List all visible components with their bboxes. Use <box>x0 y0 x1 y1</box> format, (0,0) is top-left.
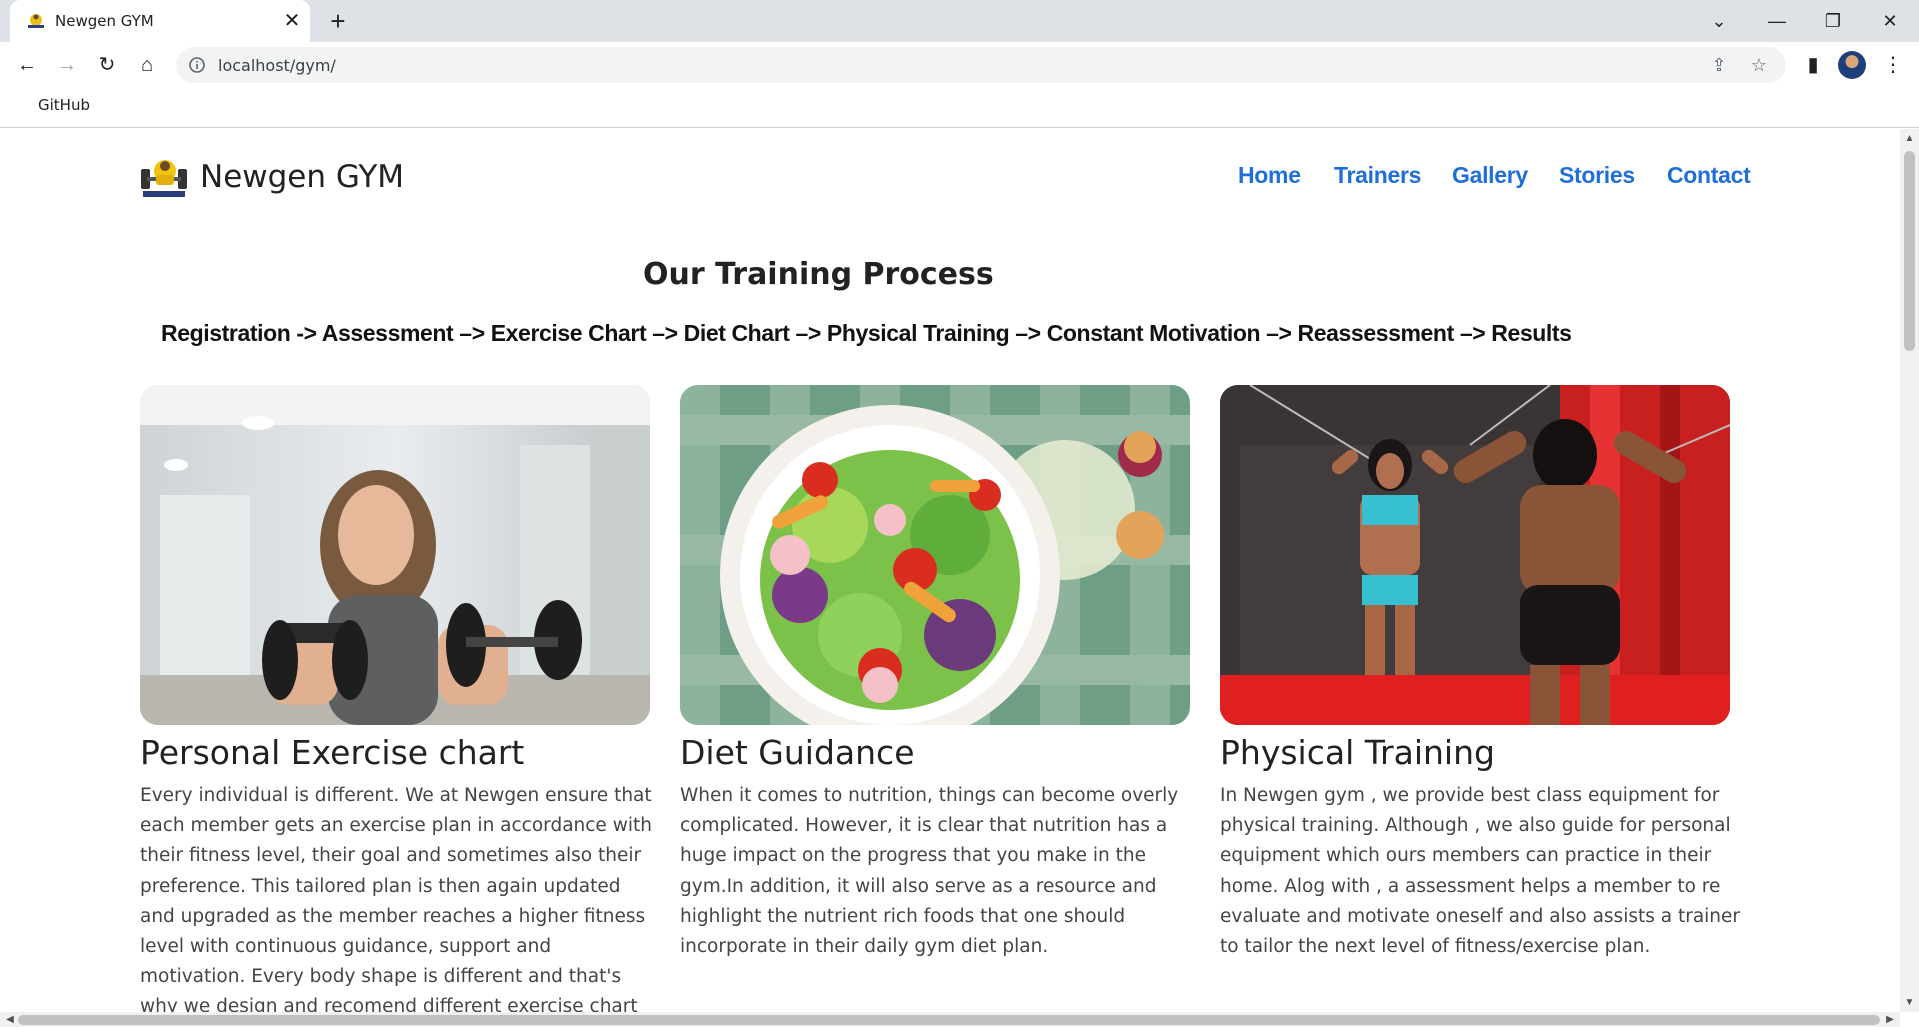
page-viewport: Newgen GYM Home Trainers Gallery Stories… <box>0 129 1900 1012</box>
nav-contact[interactable]: Contact <box>1667 162 1751 189</box>
share-icon[interactable]: ⇪ <box>1706 52 1732 78</box>
scroll-up-icon[interactable]: ▲ <box>1900 131 1919 147</box>
back-icon[interactable]: ← <box>12 50 42 80</box>
tab-title: Newgen GYM <box>55 12 154 30</box>
process-steps: Registration -> Assessment –> Exercise C… <box>161 320 1572 346</box>
card-image <box>680 385 1190 725</box>
horizontal-scrollbar[interactable]: ◀ ▶ <box>0 1012 1900 1027</box>
address-bar[interactable]: localhost/gym/ ⇪ ☆ <box>176 47 1786 83</box>
card-text: When it comes to nutrition, things can b… <box>680 785 1179 958</box>
cable-training-mirror-photo <box>1220 385 1730 725</box>
card-physical-training: Physical Training In Newgen gym , we pro… <box>1220 385 1740 957</box>
browser-menu-icon[interactable]: ⋮ <box>1878 50 1908 80</box>
reload-icon[interactable]: ↻ <box>92 50 122 80</box>
card-image <box>140 385 650 725</box>
gym-logo-icon[interactable] <box>139 155 189 199</box>
profile-avatar[interactable] <box>1838 51 1866 79</box>
card-image <box>1220 385 1730 725</box>
card-title: Physical Training <box>1220 733 1495 772</box>
tab-close-icon[interactable]: ✕ <box>280 9 304 33</box>
tab-strip: Newgen GYM ✕ + ⌄ — ❐ ✕ <box>0 0 1919 42</box>
horizontal-scroll-thumb[interactable] <box>18 1015 1880 1025</box>
card-exercise-chart: Personal Exercise chart Every individual… <box>140 385 652 1012</box>
salad-bowl-photo <box>680 385 1190 725</box>
gym-favicon-icon <box>28 14 44 28</box>
nav-trainers[interactable]: Trainers <box>1334 162 1421 189</box>
home-icon[interactable]: ⌂ <box>132 50 162 80</box>
forward-icon[interactable]: → <box>52 50 82 80</box>
bookmark-github[interactable]: GitHub <box>38 96 90 114</box>
nav-home[interactable]: Home <box>1238 162 1301 189</box>
tab-search-icon[interactable]: ⌄ <box>1704 6 1734 36</box>
card-diet-guidance: Diet Guidance When it comes to nutrition… <box>680 385 1190 957</box>
minimize-icon[interactable]: — <box>1762 6 1792 36</box>
woman-lifting-dumbbells-photo <box>140 385 650 725</box>
vertical-scrollbar[interactable]: ▲ ▼ <box>1900 129 1919 1012</box>
url-text[interactable]: localhost/gym/ <box>218 56 336 75</box>
new-tab-button[interactable]: + <box>325 8 351 34</box>
card-text: Every individual is different. We at New… <box>140 785 652 1012</box>
site-brand[interactable]: Newgen GYM <box>200 159 404 195</box>
scroll-left-icon[interactable]: ◀ <box>2 1012 18 1027</box>
card-text: In Newgen gym , we provide best class eq… <box>1220 785 1741 958</box>
vertical-scroll-thumb[interactable] <box>1904 151 1915 351</box>
scroll-right-icon[interactable]: ▶ <box>1882 1012 1898 1027</box>
bookmarks-bar: GitHub <box>0 88 1919 128</box>
window-close-icon[interactable]: ✕ <box>1875 6 1905 36</box>
scroll-down-icon[interactable]: ▼ <box>1900 995 1919 1011</box>
site-info-icon[interactable] <box>187 55 207 75</box>
section-title: Our Training Process <box>643 257 994 292</box>
restore-icon[interactable]: ❐ <box>1818 6 1848 36</box>
active-tab[interactable]: Newgen GYM ✕ <box>10 0 310 42</box>
bookmark-star-icon[interactable]: ☆ <box>1746 52 1772 78</box>
browser-toolbar: ← → ↻ ⌂ localhost/gym/ ⇪ ☆ ▮ ⋮ <box>0 42 1919 88</box>
card-title: Personal Exercise chart <box>140 733 525 772</box>
nav-gallery[interactable]: Gallery <box>1452 162 1528 189</box>
nav-stories[interactable]: Stories <box>1559 162 1635 189</box>
side-panel-icon[interactable]: ▮ <box>1798 50 1828 80</box>
card-title: Diet Guidance <box>680 733 915 772</box>
